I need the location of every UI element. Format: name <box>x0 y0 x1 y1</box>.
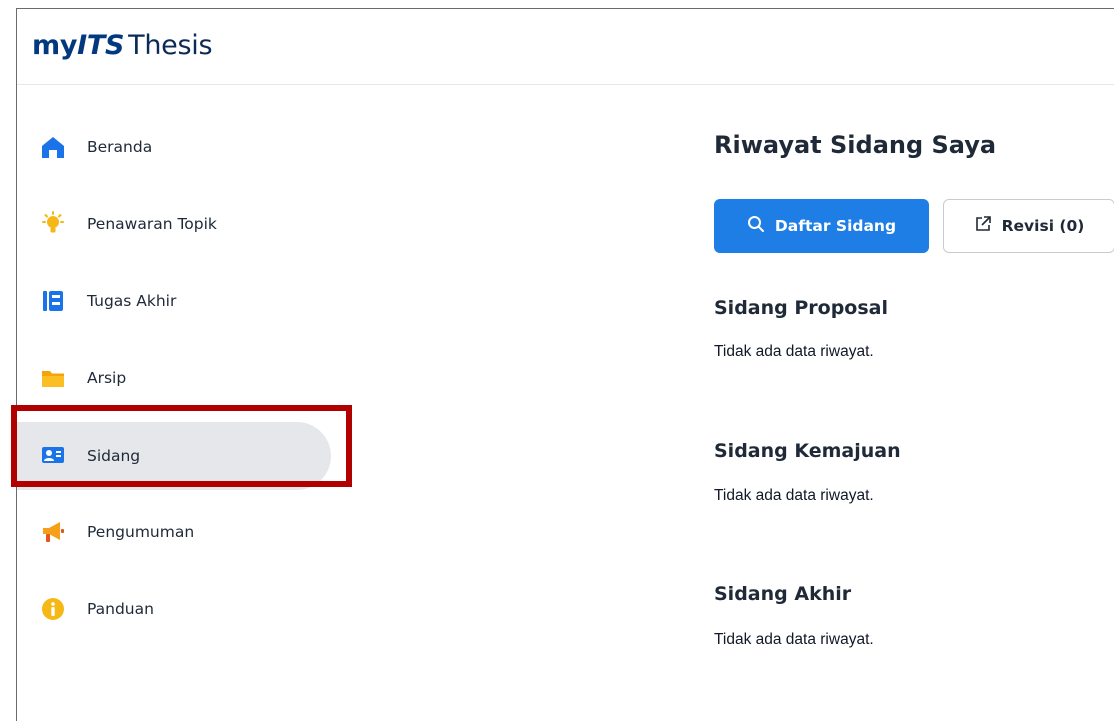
revisi-label: Revisi (0) <box>1001 217 1085 235</box>
sidebar-item-label: Sidang <box>87 447 141 465</box>
external-link-icon <box>974 215 992 237</box>
presentation-icon <box>40 443 66 469</box>
sidebar-item-label: Pengumuman <box>87 523 195 541</box>
brand-its: ITS <box>77 30 125 61</box>
sidebar-item-tugas-akhir[interactable]: Tugas Akhir <box>17 267 331 335</box>
section-title-akhir: Sidang Akhir <box>714 583 852 605</box>
app-frame: myITS Thesis Beranda Penawaran Topik Tug… <box>16 8 1114 721</box>
sidebar-item-panduan[interactable]: Panduan <box>17 575 331 643</box>
brand-thesis: Thesis <box>128 30 213 61</box>
sidebar-item-label: Arsip <box>87 369 127 387</box>
sidebar-item-penawaran-topik[interactable]: Penawaran Topik <box>17 190 331 258</box>
info-icon <box>40 596 66 622</box>
megaphone-icon <box>40 519 66 545</box>
lightbulb-icon <box>40 211 66 237</box>
brand-my: my <box>32 30 78 61</box>
revisi-button[interactable]: Revisi (0) <box>943 199 1114 253</box>
folder-icon <box>40 365 66 391</box>
sidebar-item-pengumuman[interactable]: Pengumuman <box>17 498 331 566</box>
app-logo[interactable]: myITS Thesis <box>32 30 213 61</box>
section-title-kemajuan: Sidang Kemajuan <box>714 440 901 462</box>
sidebar-item-label: Panduan <box>87 600 154 618</box>
section-title-proposal: Sidang Proposal <box>714 297 889 319</box>
empty-state-proposal: Tidak ada data riwayat. <box>714 343 874 360</box>
empty-state-akhir: Tidak ada data riwayat. <box>714 631 874 648</box>
sidebar-item-arsip[interactable]: Arsip <box>17 344 331 412</box>
sidebar-item-sidang[interactable]: Sidang <box>17 422 331 490</box>
home-icon <box>40 134 66 160</box>
daftar-sidang-label: Daftar Sidang <box>774 217 897 235</box>
top-bar: myITS Thesis <box>17 9 1114 85</box>
sidebar-item-label: Penawaran Topik <box>87 215 217 233</box>
sidebar-item-beranda[interactable]: Beranda <box>17 113 331 181</box>
book-icon <box>40 288 66 314</box>
page-title: Riwayat Sidang Saya <box>714 131 997 159</box>
sidebar-item-label: Tugas Akhir <box>87 292 177 310</box>
empty-state-kemajuan: Tidak ada data riwayat. <box>714 487 874 504</box>
daftar-sidang-button[interactable]: Daftar Sidang <box>714 199 929 253</box>
search-icon <box>747 215 765 237</box>
sidebar-item-label: Beranda <box>87 138 153 156</box>
